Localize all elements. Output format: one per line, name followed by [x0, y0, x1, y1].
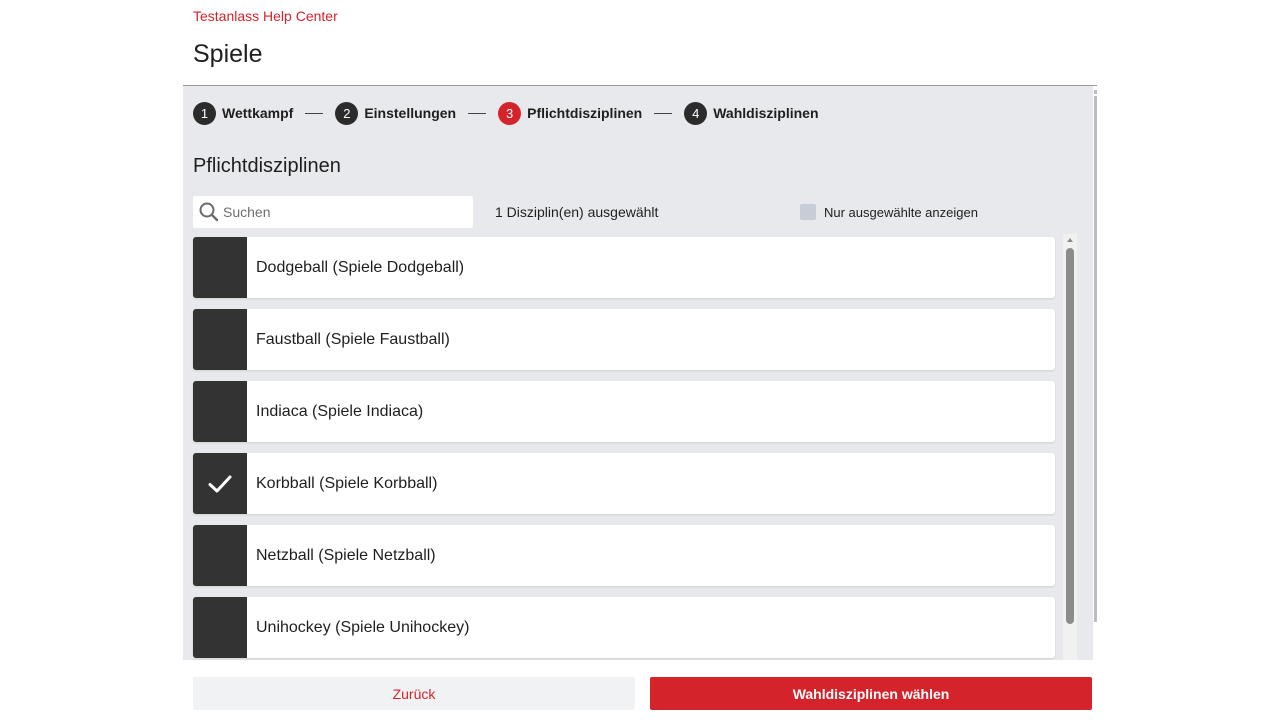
step-number: 2: [335, 101, 359, 125]
step-number-active: 3: [498, 101, 522, 125]
page-scroll-up-arrow[interactable]: [1094, 90, 1097, 94]
item-label: Indiaca (Spiele Indiaca): [256, 402, 424, 420]
item-label: Faustball (Spiele Faustball): [256, 330, 450, 348]
step-separator: [468, 112, 487, 114]
item-label: Korbball (Spiele Korbball): [256, 474, 438, 492]
list-item[interactable]: Faustball (Spiele Faustball): [193, 309, 1055, 370]
search-input[interactable]: [223, 204, 463, 220]
item-label: Dodgeball (Spiele Dodgeball): [256, 258, 465, 276]
item-checkbox[interactable]: [193, 525, 247, 586]
list-scrollbar-thumb[interactable]: [1066, 248, 1074, 624]
check-icon: [208, 475, 232, 492]
step-wahldisziplinen[interactable]: 4 Wahldisziplinen: [684, 101, 819, 125]
step-number: 4: [684, 101, 708, 125]
show-selected-only-toggle[interactable]: Nur ausgewählte anzeigen: [800, 204, 978, 220]
step-pflichtdisziplinen[interactable]: 3 Pflichtdisziplinen: [498, 101, 643, 125]
list-item[interactable]: Indiaca (Spiele Indiaca): [193, 381, 1055, 442]
search-box[interactable]: [193, 196, 473, 228]
show-selected-only-checkbox[interactable]: [800, 204, 816, 220]
back-button[interactable]: Zurück: [193, 677, 635, 710]
list-item[interactable]: Unihockey (Spiele Unihockey): [193, 597, 1055, 658]
discipline-list: Dodgeball (Spiele Dodgeball) Faustball (…: [193, 237, 1055, 660]
page-title: Spiele: [193, 40, 263, 68]
stepper: 1 Wettkampf 2 Einstellungen 3 Pflichtdis…: [193, 101, 819, 125]
step-number: 1: [193, 101, 216, 125]
step-label: Wettkampf: [222, 105, 294, 121]
item-checkbox[interactable]: [193, 309, 247, 370]
item-checkbox-checked[interactable]: [193, 453, 247, 514]
list-item[interactable]: Netzball (Spiele Netzball): [193, 525, 1055, 586]
item-checkbox[interactable]: [193, 237, 247, 298]
selected-count: 1 Disziplin(en) ausgewählt: [495, 204, 659, 220]
step-label: Wahldisziplinen: [713, 105, 819, 121]
list-item[interactable]: Dodgeball (Spiele Dodgeball): [193, 237, 1055, 298]
step-wettkampf[interactable]: 1 Wettkampf: [193, 101, 294, 125]
list-item[interactable]: Korbball (Spiele Korbball): [193, 453, 1055, 514]
step-label: Einstellungen: [364, 105, 457, 121]
step-label: Pflichtdisziplinen: [527, 105, 643, 121]
search-icon: [199, 202, 219, 222]
choose-electives-button[interactable]: Wahldisziplinen wählen: [650, 677, 1092, 710]
list-scrollbar[interactable]: [1063, 234, 1077, 660]
step-separator: [654, 112, 673, 114]
item-checkbox[interactable]: [193, 597, 247, 658]
item-label: Netzball (Spiele Netzball): [256, 546, 436, 564]
page-scrollbar[interactable]: [1094, 96, 1097, 622]
step-einstellungen[interactable]: 2 Einstellungen: [335, 101, 457, 125]
item-checkbox[interactable]: [193, 381, 247, 442]
wizard-panel: 1 Wettkampf 2 Einstellungen 3 Pflichtdis…: [183, 86, 1093, 660]
show-selected-only-label[interactable]: Nur ausgewählte anzeigen: [824, 205, 978, 220]
item-label: Unihockey (Spiele Unihockey): [256, 618, 470, 636]
section-title: Pflichtdisziplinen: [193, 155, 341, 177]
scroll-up-arrow-icon[interactable]: [1067, 238, 1073, 242]
breadcrumb[interactable]: Testanlass Help Center: [193, 7, 338, 25]
step-separator: [305, 112, 324, 114]
